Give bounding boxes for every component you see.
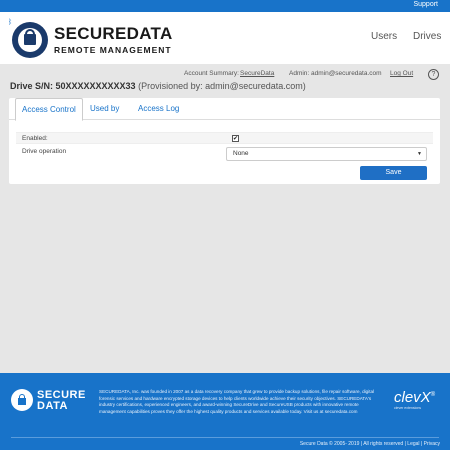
footer-divider xyxy=(11,437,439,438)
nav-drives[interactable]: Drives xyxy=(413,31,441,42)
clevx-wordmark: clevX xyxy=(394,389,431,406)
save-button[interactable]: Save xyxy=(360,166,427,180)
clevx-logo[interactable]: clevX® xyxy=(394,389,435,406)
account-summary-label: Account Summary: xyxy=(184,70,239,77)
drive-card: Access Control Used by Access Log Enable… xyxy=(9,98,440,184)
tab-access-log[interactable]: Access Log xyxy=(132,98,185,120)
help-icon[interactable]: ? xyxy=(428,69,439,80)
admin-email: admin@securedata.com xyxy=(311,70,382,77)
footer-logo-line2: DATA xyxy=(37,400,68,412)
enabled-checkbox[interactable]: ✔ xyxy=(232,135,239,142)
tab-bar: Access Control Used by Access Log xyxy=(9,98,440,121)
footer: SECURE DATA SECUREDATA, Inc. was founded… xyxy=(0,373,450,450)
lock-icon xyxy=(11,389,33,411)
bluetooth-icon: ᛒ xyxy=(8,19,13,26)
enabled-row: Enabled: ✔ xyxy=(16,132,433,144)
chevron-down-icon: ▼ xyxy=(417,151,422,157)
admin-label: Admin: xyxy=(289,70,310,77)
drive-provisioned-by: (Provisioned by: admin@securedata.com) xyxy=(138,81,306,91)
drive-operation-select[interactable]: None ▼ xyxy=(226,147,427,161)
lock-badge-icon xyxy=(12,22,48,58)
footer-logo[interactable]: SECURE DATA xyxy=(11,389,91,413)
about-text: SECUREDATA, Inc. was founded in 2007 as … xyxy=(99,389,375,414)
brand-tagline: REMOTE MANAGEMENT xyxy=(54,45,172,55)
registered-mark: ® xyxy=(430,392,436,398)
tab-used-by[interactable]: Used by xyxy=(84,98,125,120)
brand-name: SECUREDATA xyxy=(54,24,173,43)
nav-users[interactable]: Users xyxy=(371,31,397,42)
drive-title: Drive S/N: 50XXXXXXXXXX33 (Provisioned b… xyxy=(10,81,306,91)
clevx-tagline: clever extensions xyxy=(394,406,422,410)
securedata-logo[interactable]: ᛒ SECUREDATA REMOTE MANAGEMENT xyxy=(8,18,178,62)
drive-operation-label: Drive operation xyxy=(22,148,67,155)
drive-operation-value: None xyxy=(233,150,249,157)
support-link[interactable]: Support xyxy=(413,1,438,8)
header: ᛒ SECUREDATA REMOTE MANAGEMENT Users Dri… xyxy=(0,12,450,64)
copyright: Secure Data © 2005- 2019 | All rights re… xyxy=(299,441,440,447)
drive-serial: Drive S/N: 50XXXXXXXXXX33 xyxy=(10,81,136,91)
logout-link[interactable]: Log Out xyxy=(390,70,413,77)
top-bar: Support xyxy=(0,0,450,12)
enabled-label: Enabled: xyxy=(22,135,48,142)
tab-access-control[interactable]: Access Control xyxy=(15,98,83,121)
account-summary-link[interactable]: SecureData xyxy=(240,70,274,77)
